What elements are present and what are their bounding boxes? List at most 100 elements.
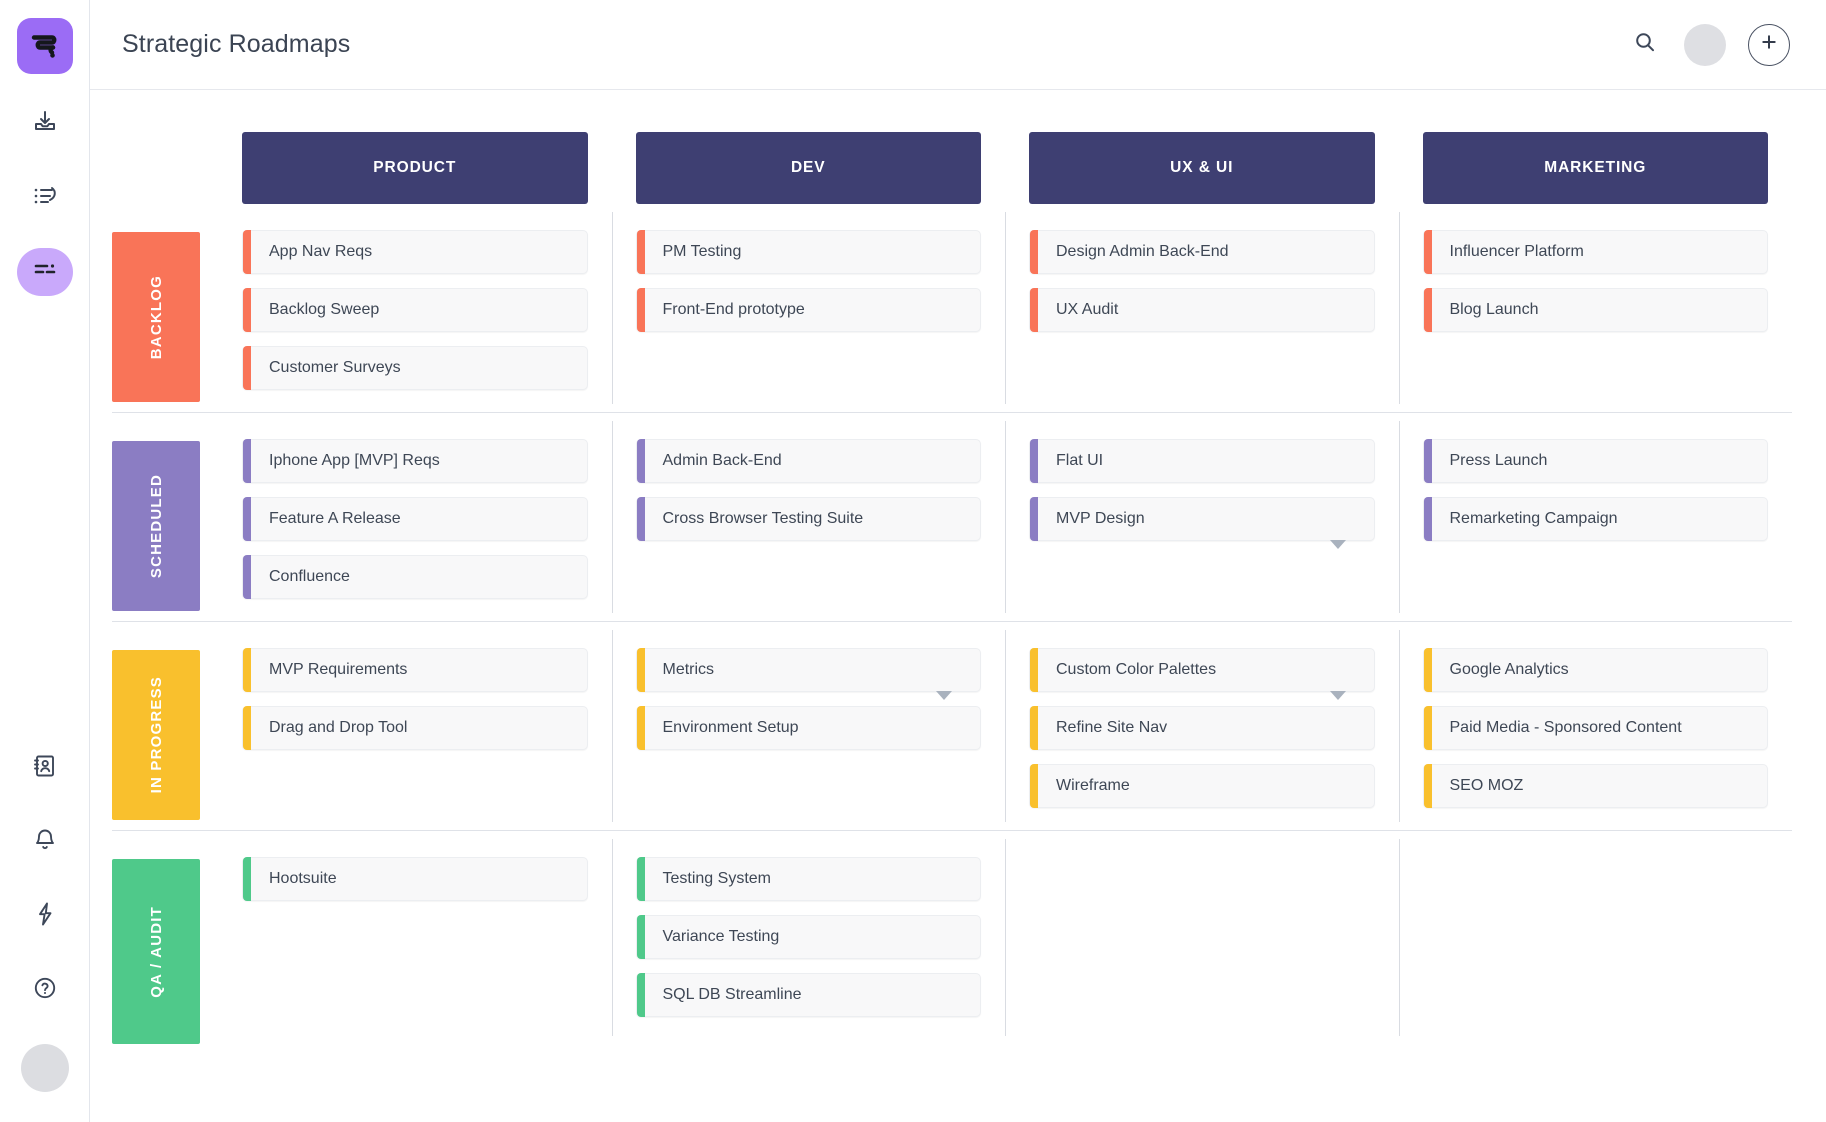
sidebar-item-lists[interactable] (17, 174, 73, 222)
page-title: Strategic Roadmaps (122, 30, 350, 59)
chevron-down-icon[interactable] (936, 691, 952, 700)
task-card[interactable]: MVP Requirements (242, 648, 588, 692)
sidebar-item-notifications[interactable] (17, 818, 73, 866)
row-label-in-progress[interactable]: IN PROGRESS (112, 650, 200, 820)
card-color-bar (243, 230, 251, 274)
row-label-text: QA / AUDIT (148, 906, 165, 998)
column-header-product[interactable]: PRODUCT (242, 132, 588, 204)
board-cell: MVP Requirements Drag and Drop Tool (218, 622, 612, 830)
board-cell: Flat UI MVP Design (1005, 413, 1399, 621)
card-color-bar (1424, 706, 1432, 750)
task-card[interactable]: PM Testing (636, 230, 982, 274)
task-card[interactable]: Design Admin Back-End (1029, 230, 1375, 274)
task-card[interactable]: Remarketing Campaign (1423, 497, 1769, 541)
app-logo[interactable] (17, 18, 73, 74)
row-label-qa-audit[interactable]: QA / AUDIT (112, 859, 200, 1044)
sidebar-item-help[interactable] (17, 966, 73, 1014)
sidebar-avatar[interactable] (21, 1044, 69, 1092)
card-color-bar (243, 648, 251, 692)
roadmap-lines-icon (31, 258, 59, 287)
board-cell: Metrics Environment Setup (612, 622, 1006, 830)
task-card[interactable]: App Nav Reqs (242, 230, 588, 274)
card-color-bar (1424, 288, 1432, 332)
task-card[interactable]: Variance Testing (636, 915, 982, 959)
row-label-scheduled[interactable]: SCHEDULED (112, 441, 200, 611)
task-card[interactable]: Hootsuite (242, 857, 588, 901)
main-area: Strategic Roadmaps (90, 0, 1826, 1122)
card-title: Confluence (269, 568, 350, 586)
task-card[interactable]: Customer Surveys (242, 346, 588, 390)
add-button[interactable] (1748, 24, 1790, 66)
column-header-ux-ui[interactable]: UX & UI (1029, 132, 1375, 204)
card-title: MVP Requirements (269, 661, 407, 679)
address-book-icon (32, 753, 58, 784)
task-card[interactable]: Custom Color Palettes (1029, 648, 1375, 692)
column-header-dev[interactable]: DEV (636, 132, 982, 204)
card-color-bar (1424, 497, 1432, 541)
card-color-bar (1030, 439, 1038, 483)
sidebar-item-inbox[interactable] (17, 100, 73, 148)
card-title: Backlog Sweep (269, 301, 379, 319)
card-title: Press Launch (1450, 452, 1548, 470)
task-card[interactable]: Paid Media - Sponsored Content (1423, 706, 1769, 750)
task-card[interactable]: Wireframe (1029, 764, 1375, 808)
column-header-cell: MARKETING (1399, 90, 1793, 204)
board-cell: Admin Back-End Cross Browser Testing Suit… (612, 413, 1006, 621)
card-title: Design Admin Back-End (1056, 243, 1229, 261)
task-card[interactable]: SEO MOZ (1423, 764, 1769, 808)
task-card[interactable]: Influencer Platform (1423, 230, 1769, 274)
card-color-bar (637, 973, 645, 1017)
task-card[interactable]: Feature A Release (242, 497, 588, 541)
task-card[interactable]: MVP Design (1029, 497, 1375, 541)
task-card[interactable]: Refine Site Nav (1029, 706, 1375, 750)
search-button[interactable] (1628, 28, 1662, 62)
top-bar: Strategic Roadmaps (90, 0, 1826, 90)
task-card[interactable]: Admin Back-End (636, 439, 982, 483)
card-title: Drag and Drop Tool (269, 719, 407, 737)
task-card[interactable]: SQL DB Streamline (636, 973, 982, 1017)
column-header-marketing[interactable]: MARKETING (1423, 132, 1769, 204)
task-card[interactable]: Flat UI (1029, 439, 1375, 483)
search-icon (1633, 30, 1657, 59)
help-circle-icon (32, 975, 58, 1006)
card-color-bar (637, 706, 645, 750)
chevron-down-icon[interactable] (1330, 691, 1346, 700)
card-color-bar (637, 230, 645, 274)
task-card[interactable]: Backlog Sweep (242, 288, 588, 332)
task-card[interactable]: Environment Setup (636, 706, 982, 750)
board-cell: Design Admin Back-End UX Audit (1005, 204, 1399, 412)
task-card[interactable]: Cross Browser Testing Suite (636, 497, 982, 541)
column-header-cell: PRODUCT (218, 90, 612, 204)
card-color-bar (637, 288, 645, 332)
task-card[interactable]: Metrics (636, 648, 982, 692)
chevron-down-icon[interactable] (1330, 540, 1346, 549)
card-color-bar (1424, 439, 1432, 483)
roadmap-board: PRODUCT DEV UX & UI MARKETING BACKLOG App Nav… (90, 90, 1826, 1122)
task-card[interactable]: Press Launch (1423, 439, 1769, 483)
task-card[interactable]: Confluence (242, 555, 588, 599)
card-color-bar (1424, 230, 1432, 274)
card-title: Influencer Platform (1450, 243, 1584, 261)
avatar[interactable] (1684, 24, 1726, 66)
row-label-text: IN PROGRESS (148, 676, 165, 793)
task-card[interactable]: Drag and Drop Tool (242, 706, 588, 750)
task-card[interactable]: Front-End prototype (636, 288, 982, 332)
board-cell: Influencer Platform Blog Launch (1399, 204, 1793, 412)
task-card[interactable]: UX Audit (1029, 288, 1375, 332)
sidebar-item-contacts[interactable] (17, 744, 73, 792)
row-label-cell: SCHEDULED (90, 413, 218, 621)
task-card[interactable]: Testing System (636, 857, 982, 901)
sidebar-item-roadmaps[interactable] (17, 248, 73, 296)
sidebar-item-automations[interactable] (17, 892, 73, 940)
board-grid: PRODUCT DEV UX & UI MARKETING BACKLOG App Nav… (90, 90, 1792, 1044)
task-card[interactable]: Blog Launch (1423, 288, 1769, 332)
card-title: Remarketing Campaign (1450, 510, 1618, 528)
card-title: Metrics (663, 661, 715, 679)
card-color-bar (637, 439, 645, 483)
task-card[interactable]: Iphone App [MVP] Reqs (242, 439, 588, 483)
card-color-bar (1030, 230, 1038, 274)
lightning-bolt-icon (32, 901, 58, 932)
row-label-backlog[interactable]: BACKLOG (112, 232, 200, 402)
task-card[interactable]: Google Analytics (1423, 648, 1769, 692)
card-title: Flat UI (1056, 452, 1103, 470)
